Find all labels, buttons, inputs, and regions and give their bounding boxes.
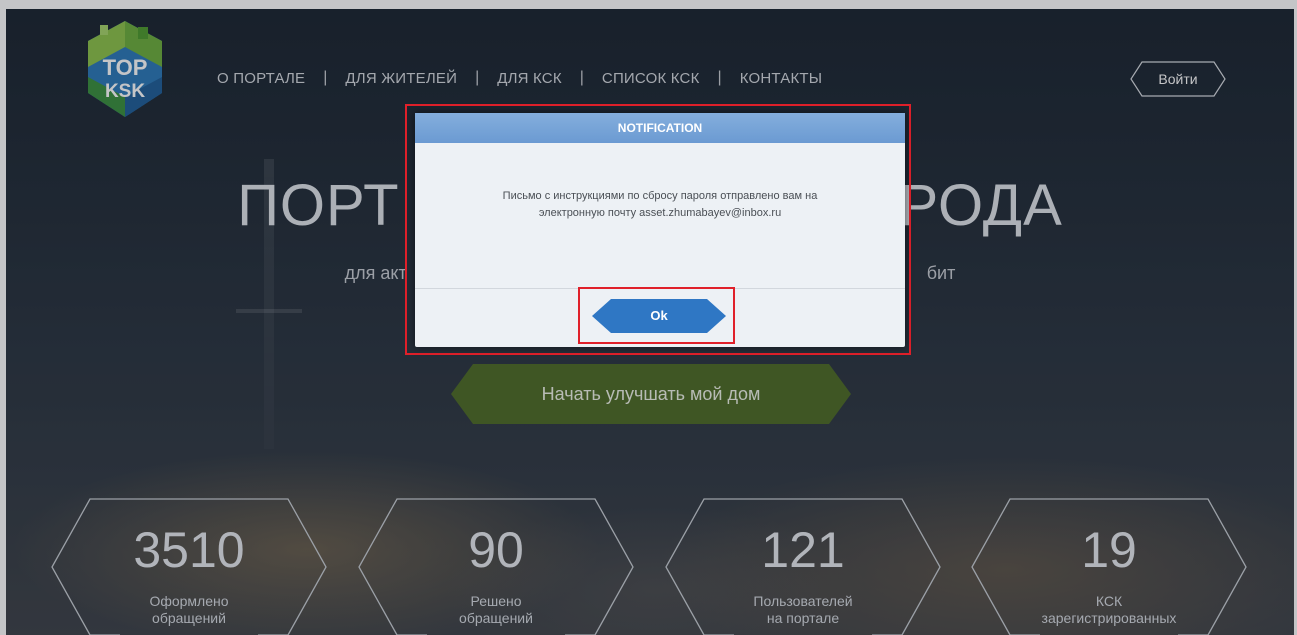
dialog-message-line2: электронную почту asset.zhumabayev@inbox… bbox=[538, 207, 782, 219]
dialog-message: Письмо с инструкциями по сбросу пароля о… bbox=[445, 188, 875, 222]
ok-highlight-box bbox=[578, 287, 735, 344]
dialog-message-line1: Письмо с инструкциями по сбросу пароля о… bbox=[502, 190, 818, 202]
dialog-title: NOTIFICATION bbox=[415, 113, 905, 143]
